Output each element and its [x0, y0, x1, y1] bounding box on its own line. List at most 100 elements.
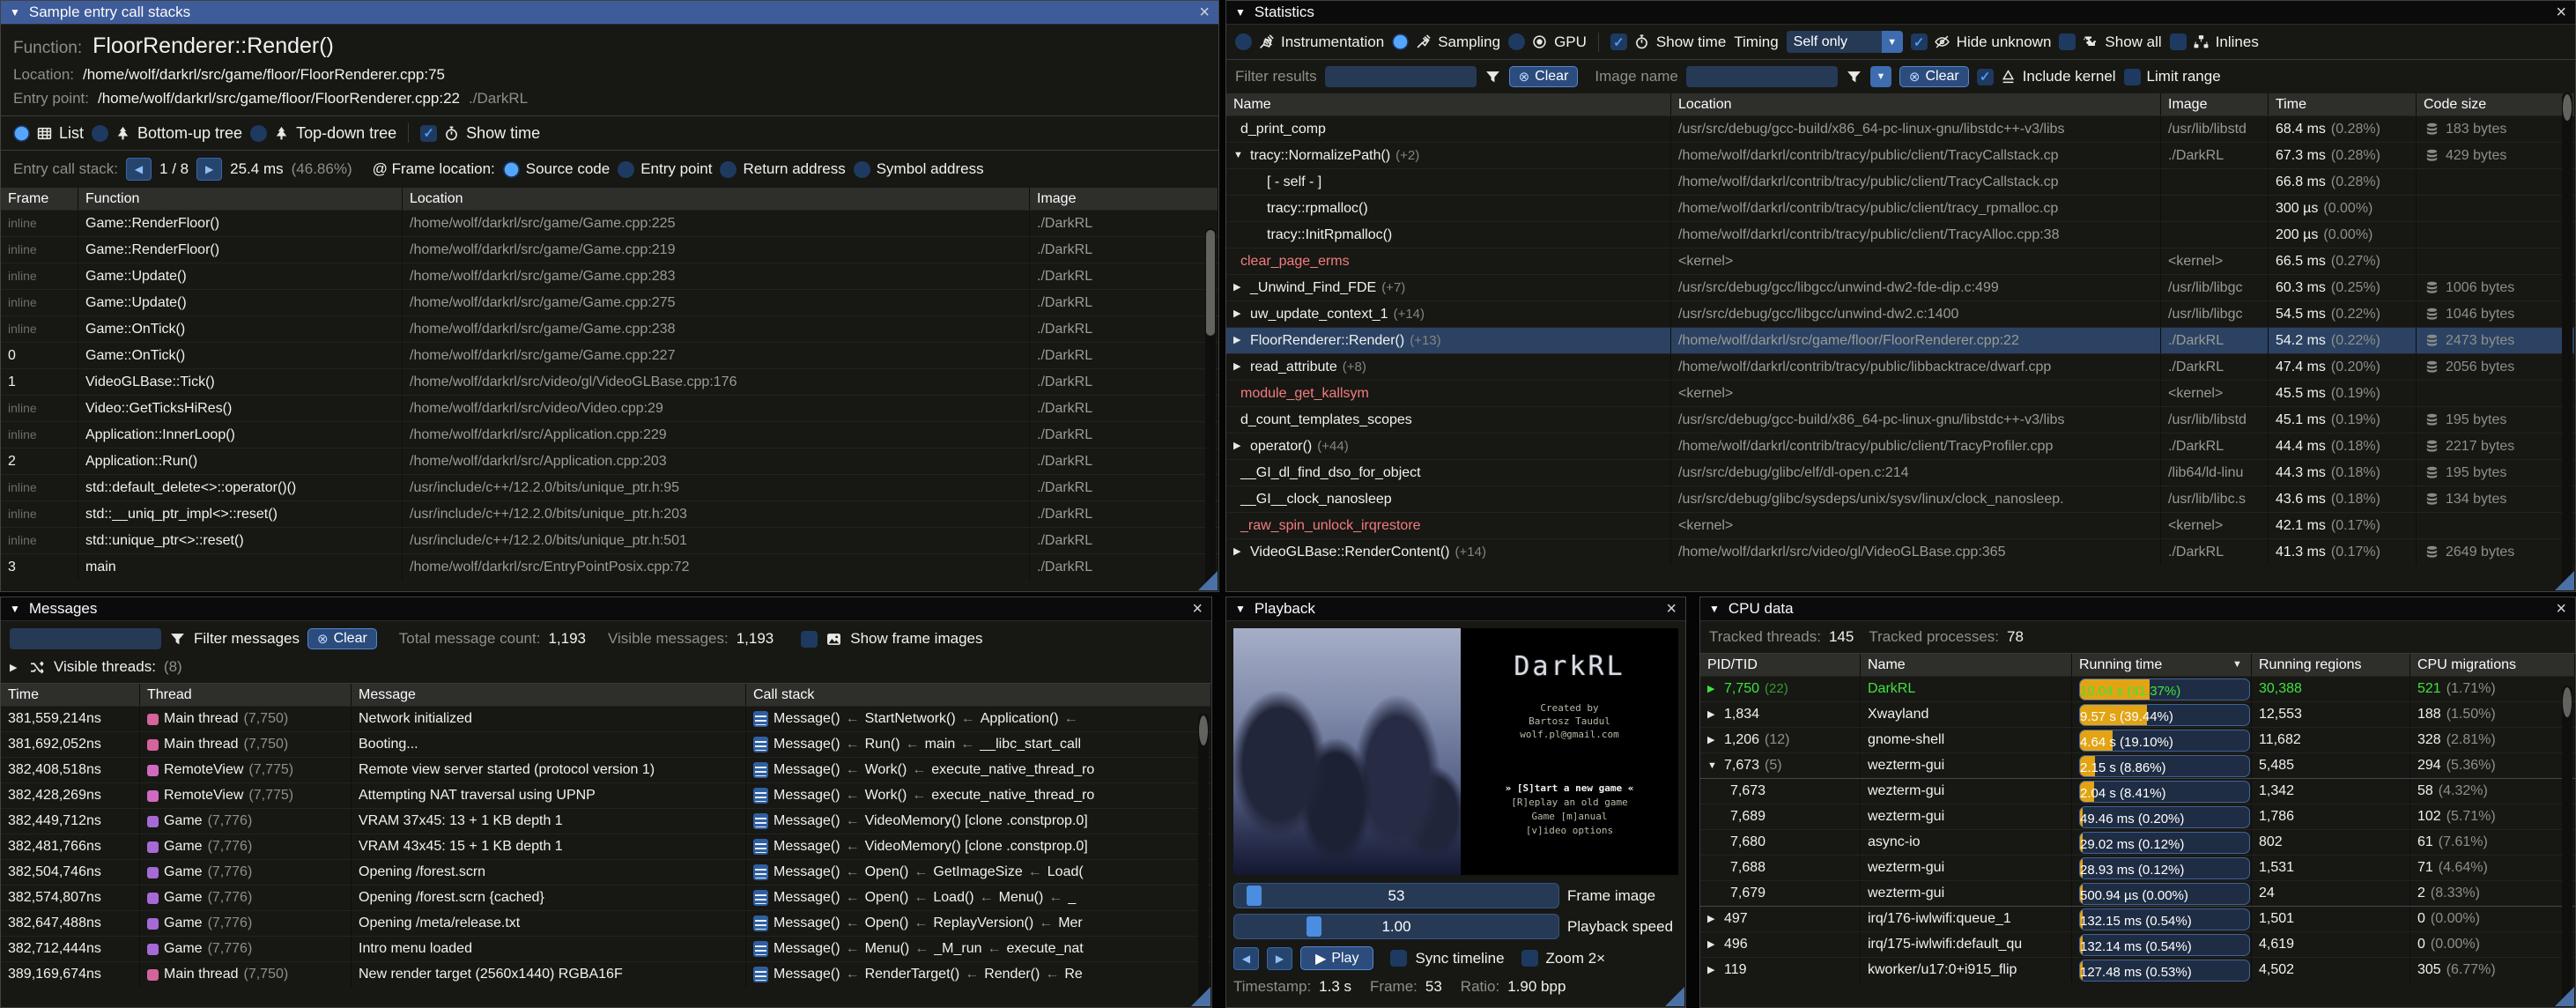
call-stack-icon[interactable]	[753, 941, 768, 957]
play-button[interactable]: ▶ Play	[1300, 946, 1373, 970]
statistics-scrollbar[interactable]	[2562, 93, 2572, 586]
call-stack-row[interactable]: inlineGame::RenderFloor()/home/wolf/dark…	[1, 210, 1218, 236]
statistics-row[interactable]: d_count_templates_scopes/usr/src/debug/g…	[1226, 406, 2575, 433]
call-stack-row[interactable]: inlineApplication::InnerLoop()/home/wolf…	[1, 421, 1218, 448]
visible-threads-row[interactable]: ▶ Visible threads: (8)	[1, 656, 1211, 683]
cpu-thread-row[interactable]: 7,679wezterm-gui500.94 µs (0.00%)242(8.3…	[1700, 880, 2575, 906]
radio-instrumentation[interactable]: Instrumentation	[1235, 33, 1384, 51]
cpu-titlebar[interactable]: ▼ CPU data ×	[1700, 597, 2575, 621]
column-header[interactable]: Frame	[1, 188, 78, 210]
playback-titlebar[interactable]: ▼ Playback ×	[1226, 597, 1685, 621]
statistics-row[interactable]: ▼tracy::NormalizePath()(+2)/home/wolf/da…	[1226, 142, 2575, 168]
playback-speed-slider[interactable]: 1.00	[1233, 914, 1559, 939]
expander-icon[interactable]: ▶	[10, 662, 21, 673]
show-frame-images-checkbox[interactable]	[801, 631, 818, 648]
call-stack-row[interactable]: inlinestd::__uniq_ptr_impl<>::reset()/us…	[1, 500, 1218, 527]
close-icon[interactable]: ×	[2556, 600, 2566, 618]
resize-grip[interactable]	[1665, 987, 1684, 1006]
call-stack-icon[interactable]	[753, 967, 768, 982]
expand-icon[interactable]: ▶	[1233, 275, 1245, 300]
expand-icon[interactable]: ▶	[1233, 301, 1245, 327]
call-stack-row[interactable]: 2Application::Run()/home/wolf/darkrl/src…	[1, 448, 1218, 474]
call-stack-row[interactable]: 1VideoGLBase::Tick()/home/wolf/darkrl/sr…	[1, 368, 1218, 395]
image-name-input[interactable]	[1686, 66, 1838, 87]
cpu-thread-row[interactable]: ▶1,834Xwayland9.57 s (39.44%)12,553188(1…	[1700, 701, 2575, 727]
collapse-icon[interactable]: ▼	[1709, 603, 1720, 615]
call-stack-row[interactable]: inlineGame::OnTick()/home/wolf/darkrl/sr…	[1, 315, 1218, 342]
cpu-thread-row[interactable]: 7,673wezterm-gui2.04 s (8.41%)1,34258(4.…	[1700, 778, 2575, 804]
show-time-checkbox[interactable]: ✓Show time	[1610, 33, 1726, 51]
cpu-thread-row[interactable]: 7,680async-io29.02 ms (0.12%)80261(7.61%…	[1700, 829, 2575, 855]
cpu-thread-row[interactable]: 7,688wezterm-gui28.93 ms (0.12%)1,53171(…	[1700, 855, 2575, 880]
collapse-icon[interactable]: ▼	[1233, 143, 1245, 168]
step-forward-button[interactable]: ▶	[1267, 947, 1292, 970]
close-icon[interactable]: ×	[1666, 600, 1677, 618]
statistics-row[interactable]: _raw_spin_unlock_irqrestore<kernel><kern…	[1226, 512, 2575, 538]
statistics-row[interactable]: clear_page_erms<kernel><kernel>66.5 ms(0…	[1226, 248, 2575, 274]
timing-combo[interactable]: Self only▼	[1787, 31, 1903, 53]
message-row[interactable]: 382,408,518nsRemoteView(7,775)Remote vie…	[1, 757, 1211, 782]
call-stack-icon[interactable]	[753, 762, 768, 778]
call-stack-row[interactable]: inlineGame::RenderFloor()/home/wolf/dark…	[1, 236, 1218, 263]
call-stack-row[interactable]: 3main/home/wolf/darkrl/src/EntryPointPos…	[1, 553, 1218, 580]
column-header[interactable]: Name	[1861, 654, 2072, 676]
radio-source-code[interactable]: Source code	[503, 160, 610, 178]
radio-return-address[interactable]: Return address	[720, 160, 845, 178]
call-stack-icon[interactable]	[753, 864, 768, 880]
message-row[interactable]: 382,504,746nsGame(7,776)Opening /forest.…	[1, 859, 1211, 885]
statistics-row[interactable]: __GI_dl_find_dso_for_object/usr/src/debu…	[1226, 459, 2575, 485]
column-header[interactable]: Image	[1030, 188, 1218, 210]
expand-icon[interactable]: ▶	[1707, 907, 1719, 931]
include-kernel-checkbox[interactable]: ✓Include kernel	[1977, 68, 2116, 85]
prev-stack-button[interactable]: ◀	[126, 158, 152, 181]
radio-gpu[interactable]: GPU	[1508, 33, 1587, 51]
cpu-thread-row[interactable]: 7,689wezterm-gui49.46 ms (0.20%)1,786102…	[1700, 804, 2575, 829]
cpu-thread-row[interactable]: ▶1,206(12)gnome-shell4.64 s (19.10%)11,6…	[1700, 727, 2575, 752]
radio-bottom-up-tree[interactable]: Bottom-up tree	[92, 124, 242, 143]
expand-icon[interactable]: ▶	[1707, 728, 1719, 752]
cpu-thread-row[interactable]: ▼7,673(5)wezterm-gui2.15 s (8.86%)5,4852…	[1700, 752, 2575, 778]
statistics-row[interactable]: tracy::InitRpmalloc()/home/wolf/darkrl/c…	[1226, 221, 2575, 248]
close-icon[interactable]: ×	[1192, 600, 1203, 618]
step-back-button[interactable]: ◀	[1233, 947, 1259, 970]
call-stack-row[interactable]: inlineGame::Update()/home/wolf/darkrl/sr…	[1, 263, 1218, 289]
message-row[interactable]: 382,481,766nsGame(7,776)VRAM 43x45: 15 +…	[1, 834, 1211, 859]
collapse-icon[interactable]: ▼	[10, 603, 20, 615]
expand-icon[interactable]: ▶	[1233, 354, 1245, 380]
call-stack-icon[interactable]	[753, 839, 768, 855]
call-stack-row[interactable]: 0Game::OnTick()/home/wolf/darkrl/src/gam…	[1, 342, 1218, 368]
zoom-2x-checkbox[interactable]	[1521, 950, 1538, 967]
call-stack-icon[interactable]	[753, 813, 768, 829]
funnel-icon[interactable]	[169, 631, 186, 648]
show-time-checkbox[interactable]: ✓Show time	[420, 124, 540, 143]
radio-top-down-tree[interactable]: Top-down tree	[250, 124, 396, 143]
resize-grip[interactable]	[1191, 987, 1210, 1006]
column-header[interactable]: Code size	[2417, 93, 2575, 115]
filter-results-input[interactable]	[1325, 66, 1477, 87]
statistics-row[interactable]: ▶read_attribute(+8)/home/wolf/darkrl/con…	[1226, 353, 2575, 380]
combo-arrow-icon[interactable]: ▼	[1882, 31, 1903, 53]
clear-image-filter-button[interactable]: ⊗Clear	[1899, 66, 1969, 87]
resize-grip[interactable]	[1198, 571, 1218, 590]
statistics-row[interactable]: [ - self - ]/home/wolf/darkrl/contrib/tr…	[1226, 168, 2575, 195]
clear-messages-button[interactable]: ⊗ Clear	[307, 628, 377, 649]
statistics-row[interactable]: ▶operator()(+44)/home/wolf/darkrl/contri…	[1226, 433, 2575, 459]
image-combo-arrow-icon[interactable]: ▼	[1870, 66, 1891, 87]
inlines-checkbox[interactable]: Inlines	[2170, 33, 2259, 51]
message-row[interactable]: 382,647,488nsGame(7,776)Opening /meta/re…	[1, 910, 1211, 936]
call-stack-row[interactable]: inlinestd::unique_ptr<>::reset()/usr/inc…	[1, 527, 1218, 553]
column-header[interactable]: Time	[1, 684, 140, 706]
expand-icon[interactable]: ▶	[1707, 958, 1719, 982]
statistics-row[interactable]: ▶uw_update_context_1(+14)/usr/src/debug/…	[1226, 300, 2575, 327]
message-filter-input[interactable]	[10, 628, 161, 649]
expand-icon[interactable]: ▶	[1233, 539, 1245, 565]
collapse-icon[interactable]: ▼	[1235, 6, 1246, 19]
expand-icon[interactable]: ▶	[1707, 932, 1719, 957]
column-header[interactable]: Time	[2269, 93, 2417, 115]
collapse-icon[interactable]: ▼	[10, 6, 20, 19]
radio-entry-point[interactable]: Entry point	[618, 160, 712, 178]
call-stack-icon[interactable]	[753, 788, 768, 804]
message-row[interactable]: 382,428,269nsRemoteView(7,775)Attempting…	[1, 782, 1211, 808]
cpu-thread-row[interactable]: ▶496irq/175-iwlwifi:default_qu132.14 ms …	[1700, 931, 2575, 957]
column-header[interactable]: Name	[1226, 93, 1671, 115]
